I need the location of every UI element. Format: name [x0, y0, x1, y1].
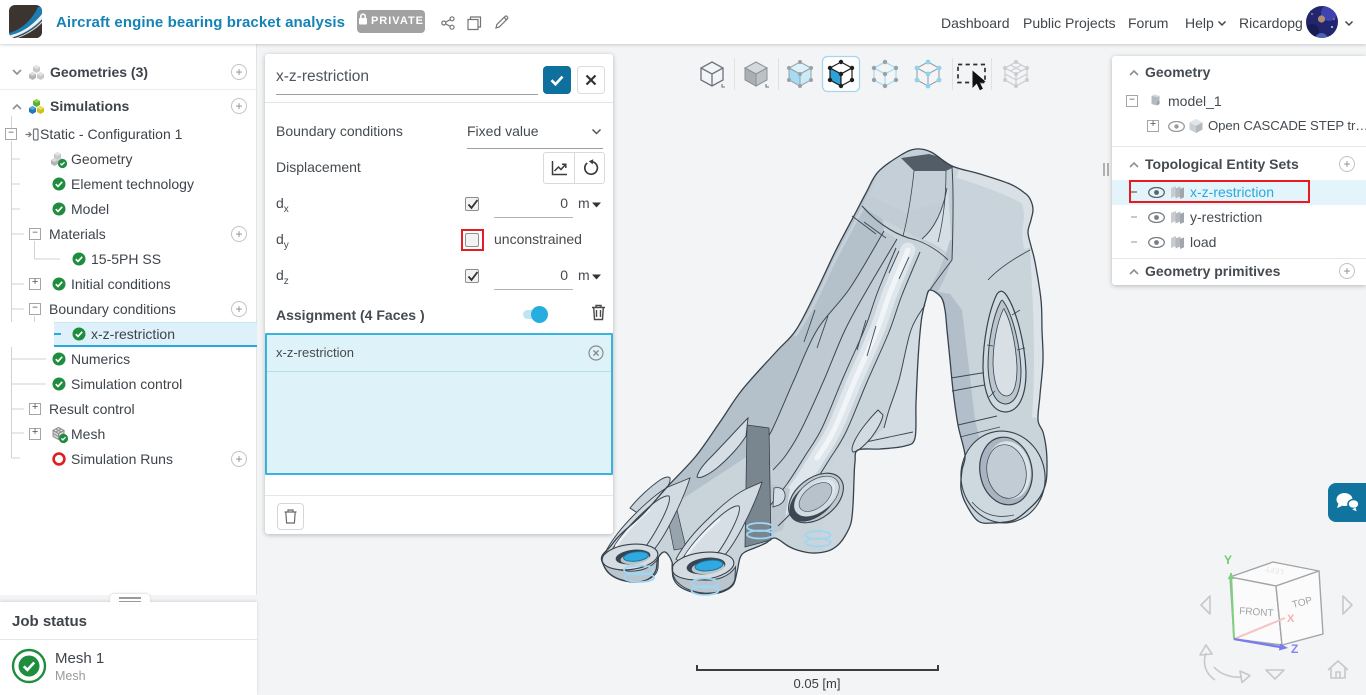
svg-text:0.05 [m]: 0.05 [m]: [794, 676, 841, 691]
svg-text:X: X: [1287, 613, 1295, 625]
svg-text:Y: Y: [1224, 553, 1232, 567]
svg-text:Z: Z: [1291, 642, 1298, 656]
